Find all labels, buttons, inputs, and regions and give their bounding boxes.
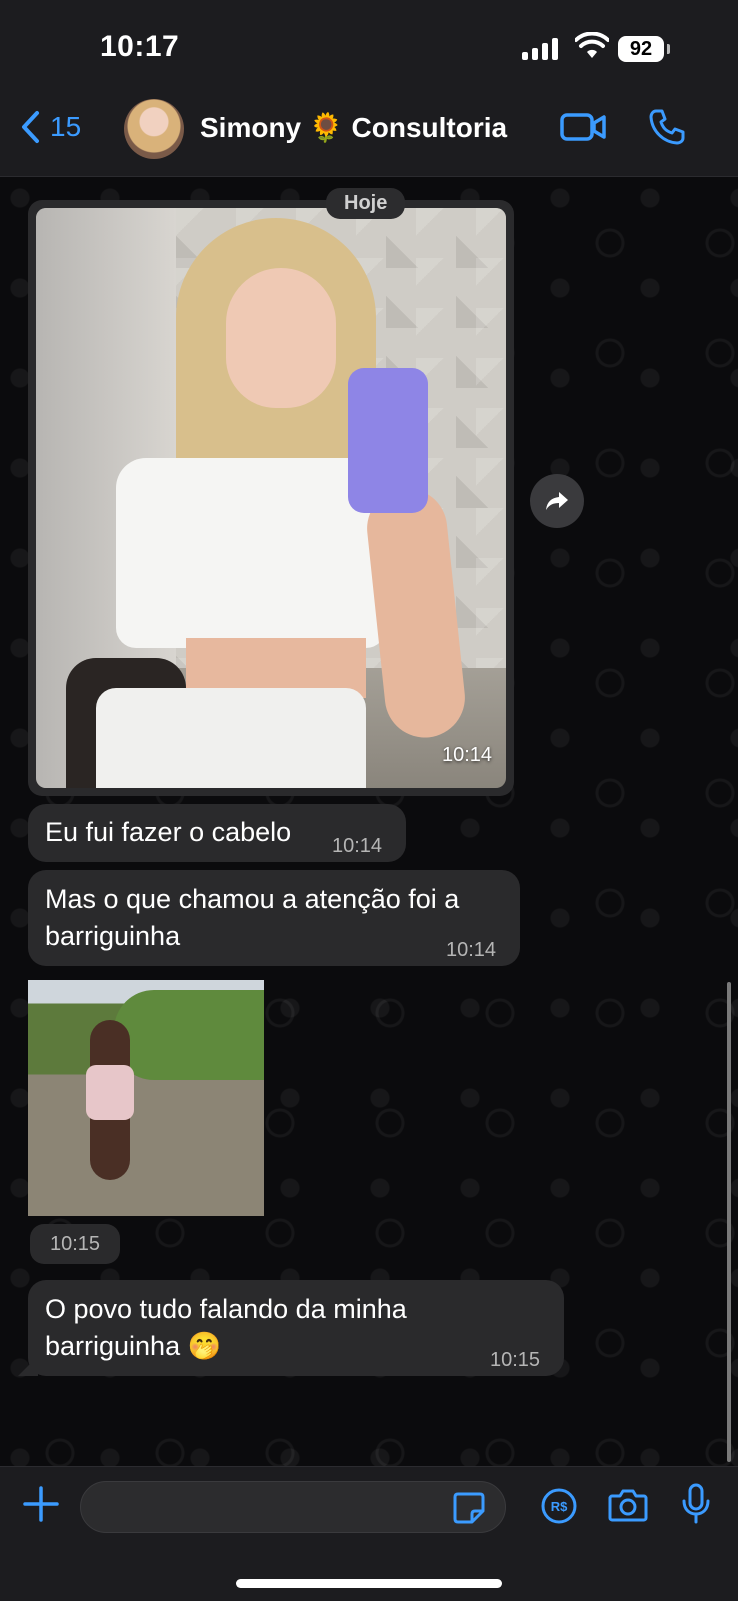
gif-message[interactable]	[28, 980, 264, 1216]
scrollbar[interactable]	[727, 982, 731, 1462]
top-bar: 10:17 92 15 Simony 🌻 Consultoria	[0, 0, 738, 177]
date-label: Hoje	[326, 188, 406, 219]
gif-time: 10:15	[30, 1224, 120, 1264]
camera-icon[interactable]	[608, 1487, 648, 1523]
status-time: 10:17	[100, 30, 180, 63]
sticker-icon[interactable]	[452, 1491, 486, 1525]
chevron-left-icon	[22, 111, 39, 143]
message-bubble[interactable]: O povo tudo falando da minha barriguinha…	[28, 1280, 564, 1376]
message-text: Eu fui fazer o cabelo	[45, 817, 292, 847]
message-time: 10:14	[332, 835, 383, 857]
composer-bar: R$	[0, 1466, 738, 1601]
signal-icon	[522, 38, 558, 60]
unread-count: 15	[50, 111, 82, 142]
message-input[interactable]	[80, 1481, 506, 1533]
contact-avatar[interactable]	[124, 99, 184, 159]
microphone-icon[interactable]	[680, 1483, 712, 1525]
message-time: 10:15	[490, 1349, 541, 1371]
photo-time: 10:14	[442, 744, 493, 766]
back-button[interactable]: 15	[20, 110, 81, 144]
message-bubble[interactable]: Mas o que chamou a atenção foi a barrigu…	[28, 870, 520, 966]
selfie-photo[interactable]	[36, 208, 506, 788]
message-time: 10:14	[446, 939, 497, 961]
home-indicator[interactable]	[236, 1579, 502, 1588]
message-text: O povo tudo falando da minha barriguinha…	[45, 1294, 407, 1361]
message-bubble[interactable]: Eu fui fazer o cabelo 10:14	[28, 804, 406, 862]
wifi-icon	[575, 32, 609, 58]
battery-icon: 92	[618, 36, 670, 62]
phone-call-icon[interactable]	[648, 108, 686, 146]
forward-icon	[546, 492, 568, 510]
video-call-icon[interactable]	[560, 110, 606, 144]
plus-icon[interactable]	[22, 1485, 60, 1523]
svg-text:R$: R$	[551, 1499, 568, 1514]
message-text: Mas o que chamou a atenção foi a barrigu…	[45, 884, 460, 951]
photo-message[interactable]: 10:14	[28, 200, 514, 796]
contact-name[interactable]: Simony 🌻 Consultoria	[200, 111, 507, 144]
forward-button[interactable]	[530, 474, 584, 528]
payment-icon[interactable]: R$	[540, 1487, 578, 1525]
